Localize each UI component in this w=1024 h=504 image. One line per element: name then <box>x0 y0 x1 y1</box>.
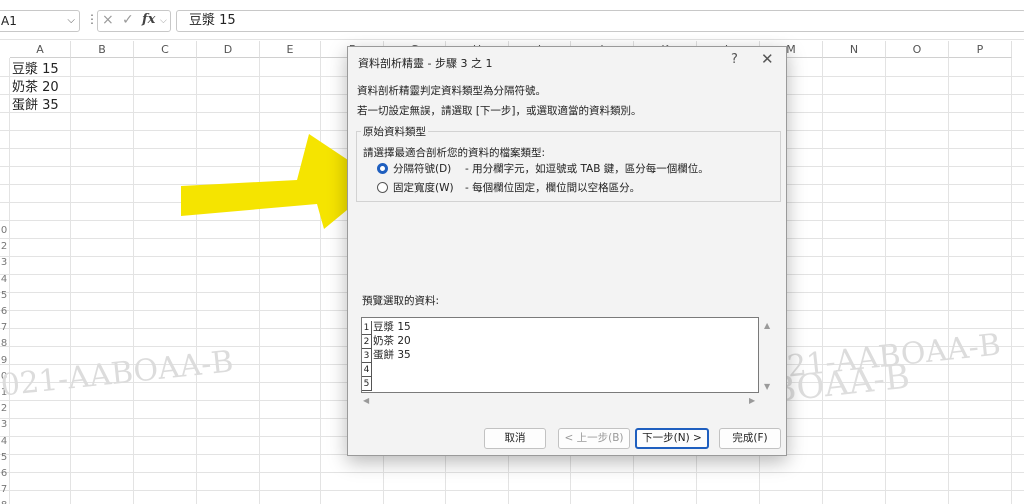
preview-row: 2 奶茶 20 <box>362 335 411 349</box>
scroll-right-icon[interactable]: ▶ <box>749 396 755 405</box>
grid-vline <box>885 58 886 504</box>
row-number[interactable]: 3 <box>0 419 10 430</box>
formula-bar: A1 ⌵ ⋮ × ✓ fx ⌵ 豆漿 15 <box>0 0 1024 40</box>
grid-vline <box>822 58 823 504</box>
row-number[interactable]: 6 <box>0 468 10 479</box>
row-number[interactable]: 8 <box>0 500 10 504</box>
preview-row: 5 <box>362 376 373 391</box>
scroll-up-icon[interactable]: ▲ <box>764 321 770 330</box>
intro-line-1: 資料剖析精靈判定資料類型為分隔符號。 <box>357 85 546 97</box>
help-icon[interactable]: ? <box>731 52 738 67</box>
column-header-c[interactable]: C <box>134 41 197 58</box>
intro-line-2: 若一切設定無誤，請選取 [下一步]，或選取適當的資料類別。 <box>357 105 642 117</box>
grid-vline <box>70 58 71 504</box>
scroll-left-icon[interactable]: ◀ <box>363 396 369 405</box>
column-header-o[interactable]: O <box>886 41 949 58</box>
row-number[interactable]: 2 <box>0 403 10 414</box>
row-number[interactable]: 0 <box>0 225 10 236</box>
formula-input[interactable]: 豆漿 15 <box>176 10 1024 32</box>
dialog-title: 資料剖析精靈 - 步驟 3 之 1 <box>358 57 493 70</box>
radio-fixed-width-label[interactable]: 固定寬度(W) <box>393 180 454 195</box>
enter-icon[interactable]: ✓ <box>122 12 134 28</box>
option-fixed-description: - 每個欄位固定，欄位間以空格區分。 <box>465 182 641 194</box>
preview-row: 1 豆漿 15 <box>362 321 411 335</box>
radio-delimited-label[interactable]: 分隔符號(D) <box>393 161 451 176</box>
data-preview[interactable]: 1 豆漿 15 2 奶茶 20 3 蛋餅 35 4 5 <box>361 317 759 393</box>
preview-row: 4 <box>362 362 373 377</box>
row-number[interactable]: 5 <box>0 452 10 463</box>
close-icon[interactable]: ✕ <box>761 50 774 68</box>
row-number[interactable]: 3 <box>0 257 10 268</box>
column-header-a[interactable]: A <box>10 41 71 58</box>
grid-vline <box>259 58 260 504</box>
row-number[interactable]: 8 <box>0 338 10 349</box>
back-button[interactable]: < 上一步(B) <box>558 428 630 449</box>
grid-vline <box>196 58 197 504</box>
row-number[interactable]: 7 <box>0 484 10 495</box>
cell-a2[interactable]: 奶茶 20 <box>12 76 59 95</box>
cell-a1[interactable]: 豆漿 15 <box>12 58 59 77</box>
text-to-columns-wizard-dialog: 資料剖析精靈 - 步驟 3 之 1 ? ✕ 資料剖析精靈判定資料類型為分隔符號。… <box>347 46 787 456</box>
name-box[interactable]: A1 ⌵ <box>0 10 80 32</box>
chevron-down-icon[interactable]: ⌵ <box>160 16 167 26</box>
group-title: 原始資料類型 <box>361 124 428 139</box>
cancel-button[interactable]: 取消 <box>484 428 546 449</box>
group-prompt: 請選擇最適合剖析您的資料的檔案類型: <box>363 147 546 159</box>
grid-vline <box>133 58 134 504</box>
radio-fixed-width[interactable] <box>377 182 388 193</box>
original-data-type-group: 原始資料類型 請選擇最適合剖析您的資料的檔案類型: 分隔符號(D) - 用分欄字… <box>356 124 781 202</box>
row-number[interactable]: 0 <box>0 371 10 382</box>
cell-a3[interactable]: 蛋餅 35 <box>12 94 59 113</box>
row-number[interactable]: 4 <box>0 436 10 447</box>
column-header-e[interactable]: E <box>260 41 321 58</box>
insert-function-icon[interactable]: fx <box>142 12 155 27</box>
row-number[interactable]: 2 <box>0 241 10 252</box>
row-number[interactable]: 6 <box>0 306 10 317</box>
option-delimited-text: 分隔符號(D) <box>393 163 452 175</box>
column-header-n[interactable]: N <box>823 41 886 58</box>
row-number[interactable]: 4 <box>0 274 10 285</box>
grid-vline <box>948 58 949 504</box>
finish-button[interactable]: 完成(F) <box>719 428 781 449</box>
column-header-d[interactable]: D <box>197 41 260 58</box>
option-delimited-description: - 用分欄字元，如逗號或 TAB 鍵，區分每一個欄位。 <box>465 163 709 175</box>
next-button[interactable]: 下一步(N) > <box>635 428 709 449</box>
grid-hline <box>0 490 1024 491</box>
row-number[interactable]: 5 <box>0 290 10 301</box>
grid-hline <box>0 472 1024 473</box>
row-number[interactable]: 9 <box>0 355 10 366</box>
row-number[interactable]: 7 <box>0 322 10 333</box>
radio-delimited[interactable] <box>377 163 388 174</box>
name-box-value: A1 <box>1 14 17 28</box>
formula-buttons: × ✓ fx ⌵ <box>97 10 171 32</box>
grid-vline <box>320 58 321 504</box>
scroll-down-icon[interactable]: ▼ <box>764 382 770 391</box>
preview-row: 3 蛋餅 35 <box>362 349 411 363</box>
chevron-down-icon[interactable]: ⌵ <box>67 11 75 31</box>
row-number[interactable]: 1 <box>0 387 10 398</box>
column-header-p[interactable]: P <box>949 41 1012 58</box>
column-header-b[interactable]: B <box>71 41 134 58</box>
grid-vline <box>1011 58 1012 504</box>
preview-label: 預覽選取的資料: <box>362 295 440 307</box>
option-fixed-text: 固定寬度(W) <box>393 182 454 194</box>
cancel-icon[interactable]: × <box>102 12 114 28</box>
